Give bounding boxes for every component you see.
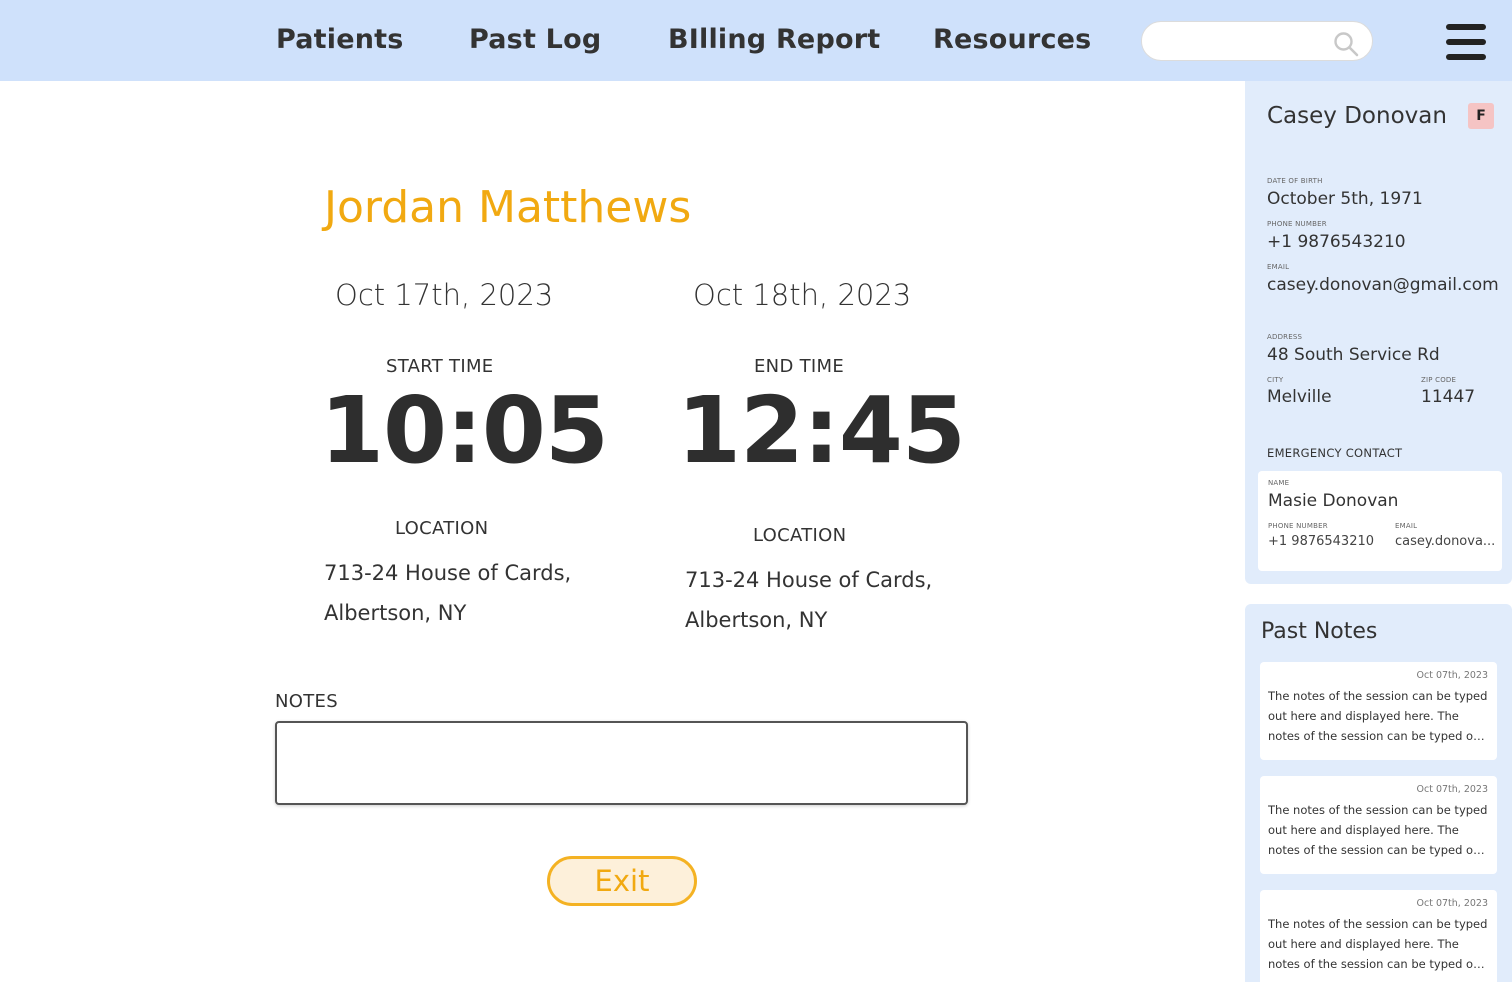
start-date: Oct 17th, 2023 — [335, 278, 554, 312]
ec-phone-value: +1 9876543210 — [1268, 534, 1375, 549]
address-label: ADDRESS — [1267, 333, 1303, 341]
notes-input[interactable] — [275, 721, 968, 805]
city-label: CITY — [1267, 376, 1284, 384]
end-location: 713-24 House of Cards, Albertson, NY — [685, 568, 933, 632]
nav-item-patients[interactable]: Patients — [276, 24, 404, 55]
past-note-card[interactable]: Oct 07th, 2023 The notes of the session … — [1260, 890, 1497, 982]
email-value: casey.donovan@gmail.com — [1267, 275, 1499, 295]
nav-item-past-log[interactable]: Past Log — [469, 24, 601, 55]
end-location-label: LOCATION — [753, 525, 847, 546]
search-icon[interactable] — [1333, 31, 1359, 57]
past-notes-panel: Past Notes Oct 07th, 2023 The notes of t… — [1245, 604, 1512, 982]
note-text: The notes of the session can be typed ou… — [1268, 689, 1488, 743]
city-value: Melville — [1267, 387, 1332, 407]
ec-name-value: Masie Donovan — [1268, 491, 1399, 511]
zip-label: ZIP CODE — [1421, 376, 1457, 384]
note-text: The notes of the session can be typed ou… — [1268, 917, 1488, 971]
emergency-contact-label: EMERGENCY CONTACT — [1267, 446, 1403, 460]
phone-value: +1 9876543210 — [1267, 232, 1406, 252]
phone-label: PHONE NUMBER — [1267, 220, 1327, 228]
hamburger-menu-icon[interactable] — [1446, 24, 1486, 60]
top-navbar: Patients Past Log BIlling Report Resourc… — [0, 0, 1512, 81]
ec-name-label: NAME — [1268, 479, 1290, 487]
address-value: 48 South Service Rd — [1267, 345, 1440, 365]
end-date: Oct 18th, 2023 — [693, 278, 912, 312]
end-time: 12:45 — [677, 377, 966, 484]
past-notes-title: Past Notes — [1261, 619, 1378, 644]
search-input[interactable] — [1158, 30, 1328, 54]
note-date: Oct 07th, 2023 — [1416, 784, 1489, 795]
note-date: Oct 07th, 2023 — [1416, 898, 1489, 909]
note-text: The notes of the session can be typed ou… — [1268, 803, 1488, 857]
session-patient-name: Jordan Matthews — [324, 182, 692, 233]
end-time-label: END TIME — [754, 356, 845, 377]
ec-email-value: casey.donova... — [1395, 534, 1496, 549]
gender-badge: F — [1468, 103, 1494, 129]
ec-phone-label: PHONE NUMBER — [1268, 522, 1328, 530]
exit-button[interactable]: Exit — [547, 856, 697, 906]
emergency-contact-box: NAME Masie Donovan PHONE NUMBER +1 98765… — [1258, 471, 1502, 571]
notes-label: NOTES — [275, 691, 338, 712]
start-time-label: START TIME — [386, 356, 494, 377]
start-time: 10:05 — [320, 377, 609, 484]
nav-item-billing-report[interactable]: BIlling Report — [668, 24, 880, 55]
zip-value: 11447 — [1421, 387, 1476, 407]
email-label: EMAIL — [1267, 263, 1290, 271]
note-date: Oct 07th, 2023 — [1416, 670, 1489, 681]
dob-value: October 5th, 1971 — [1267, 189, 1423, 209]
dob-label: DATE OF BIRTH — [1267, 177, 1323, 185]
past-note-card[interactable]: Oct 07th, 2023 The notes of the session … — [1260, 662, 1497, 760]
past-note-card[interactable]: Oct 07th, 2023 The notes of the session … — [1260, 776, 1497, 874]
card-patient-name: Casey Donovan — [1267, 103, 1447, 129]
nav-item-resources[interactable]: Resources — [933, 24, 1091, 55]
patient-info-card: Casey Donovan F DATE OF BIRTH October 5t… — [1245, 81, 1512, 584]
start-location-label: LOCATION — [395, 518, 489, 539]
ec-email-label: EMAIL — [1395, 522, 1418, 530]
start-location: 713-24 House of Cards, Albertson, NY — [324, 561, 572, 625]
